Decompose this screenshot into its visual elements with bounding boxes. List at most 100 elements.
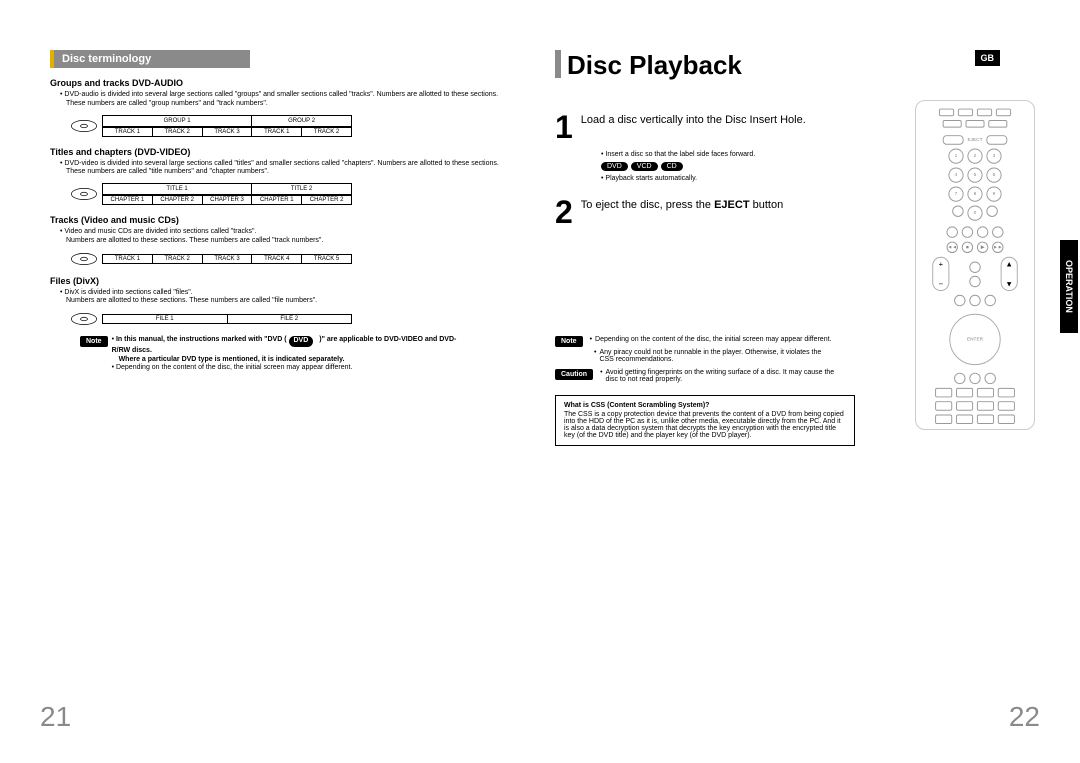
note-line: • In this manual, the instructions marke… (112, 336, 460, 356)
step-1: 1 Load a disc vertically into the Disc I… (555, 111, 835, 143)
text: Any piracy could not be runnable in the … (599, 349, 835, 363)
remote-btn (977, 109, 992, 117)
manual-spread: Disc terminology Groups and tracks DVD-A… (0, 0, 1080, 763)
body-text: • Video and music CDs are divided into s… (60, 228, 525, 246)
step-text: To eject the disc, press the EJECT butto… (581, 196, 783, 212)
cell: TRACK 2 (153, 255, 203, 263)
text: Depending on the content of the disc, th… (595, 336, 831, 343)
disc-icon (70, 119, 98, 133)
step-1-sub: • Insert a disc so that the label side f… (601, 151, 861, 158)
body-text: • DVD-video is divided into several larg… (60, 160, 525, 178)
remote-btn (998, 401, 1015, 411)
cell: TRACK 3 (203, 128, 253, 136)
note-label: Note (80, 336, 108, 347)
remote-btn (996, 109, 1011, 117)
text: DVD-audio is divided into several large … (64, 91, 498, 98)
remote-btn (958, 109, 973, 117)
structure-diagram: FILE 1 FILE 2 (70, 312, 525, 326)
remote-btn (935, 415, 952, 425)
text: Numbers are allotted to these sections. … (66, 237, 323, 244)
structure-diagram: GROUP 1 GROUP 2 TRACK 1 TRACK 2 TRACK 3 … (70, 115, 525, 137)
note-line: • Depending on the content of the disc, … (112, 364, 460, 373)
page-21: Disc terminology Groups and tracks DVD-A… (30, 50, 545, 733)
step-2: 2 To eject the disc, press the EJECT but… (555, 196, 835, 228)
remote-btn (977, 388, 994, 398)
remote-btn: 7 (948, 187, 963, 202)
remote-btn (977, 401, 994, 411)
structure-diagram: TRACK 1 TRACK 2 TRACK 3 TRACK 4 TRACK 5 (70, 252, 525, 266)
pill-dvd: DVD (601, 162, 628, 171)
remote-btn (954, 295, 965, 306)
note-label: Note (555, 336, 583, 347)
remote-btn (935, 401, 952, 411)
page-number: 21 (40, 701, 71, 733)
remote-tune: ▲▼ (1001, 257, 1018, 291)
bar-tracks: TRACK 1 TRACK 2 TRACK 3 TRACK 1 TRACK 2 (102, 127, 352, 137)
cell: TITLE 1 (103, 184, 252, 194)
remote-btn (985, 295, 996, 306)
section-cd-tracks: Tracks (Video and music CDs) • Video and… (50, 215, 525, 266)
remote-btn: 8 (967, 187, 982, 202)
text: Numbers are allotted to these sections. … (66, 297, 317, 304)
body-text: • DVD-audio is divided into several larg… (60, 91, 525, 109)
language-badge: GB (975, 50, 1001, 66)
step-1-after: • Playback starts automatically. (601, 175, 861, 182)
cell: TRACK 1 (103, 255, 153, 263)
cell: TRACK 2 (302, 128, 351, 136)
caution-block: Caution •Avoid getting fingerprints on t… (555, 369, 835, 383)
remote-btn (956, 401, 973, 411)
cell: TITLE 2 (252, 184, 351, 194)
cell: TRACK 4 (252, 255, 302, 263)
remote-btn: 2 (967, 149, 982, 164)
remote-btn (966, 120, 985, 128)
bar-files: FILE 1 FILE 2 (102, 314, 352, 324)
step-number: 2 (555, 196, 573, 228)
page-title: Disc Playback (567, 50, 742, 81)
bar-groups: GROUP 1 GROUP 2 (102, 115, 352, 127)
note-block: Note •Depending on the content of the di… (555, 336, 835, 363)
text: These numbers are called "title numbers"… (66, 168, 269, 175)
remote-btn (954, 373, 965, 384)
subhead: Titles and chapters (DVD-VIDEO) (50, 147, 525, 157)
bar-chapters: CHAPTER 1 CHAPTER 2 CHAPTER 3 CHAPTER 1 … (102, 195, 352, 205)
remote-btn: ►► (992, 242, 1003, 253)
remote-btn: 6 (986, 168, 1001, 183)
cell: CHAPTER 2 (153, 196, 203, 204)
page-number: 22 (1009, 701, 1040, 733)
remote-btn (969, 261, 980, 272)
dvd-pill: DVD (289, 336, 314, 347)
body-text: • DivX is divided into sections called "… (60, 289, 525, 307)
structure-diagram: TITLE 1 TITLE 2 CHAPTER 1 CHAPTER 2 CHAP… (70, 183, 525, 205)
remote-btn: 9 (986, 187, 1001, 202)
cell: TRACK 5 (302, 255, 351, 263)
css-info-box: What is CSS (Content Scrambling System)?… (555, 395, 855, 446)
cell: CHAPTER 1 (252, 196, 302, 204)
note-line: Where a particular DVD type is mentioned… (119, 356, 460, 365)
cell: TRACK 3 (203, 255, 253, 263)
step-text: Load a disc vertically into the Disc Ins… (581, 111, 806, 127)
remote-btn (969, 373, 980, 384)
remote-btn (969, 275, 980, 286)
subhead: Files (DivX) (50, 276, 525, 286)
remote-btn (977, 415, 994, 425)
cell: FILE 1 (103, 315, 228, 323)
remote-btn: 0 (967, 206, 982, 221)
bar-titles: TITLE 1 TITLE 2 (102, 183, 352, 195)
remote-btn: 5 (967, 168, 982, 183)
remote-btn (977, 226, 988, 237)
text: DivX is divided into sections called "fi… (64, 289, 192, 296)
cell: CHAPTER 1 (103, 196, 153, 204)
section-titles-chapters: Titles and chapters (DVD-VIDEO) • DVD-vi… (50, 147, 525, 206)
section-divx-files: Files (DivX) • DivX is divided into sect… (50, 276, 525, 327)
pill-cd: CD (661, 162, 683, 171)
remote-btn (956, 415, 973, 425)
remote-btn: ▶ (977, 242, 988, 253)
text: Video and music CDs are divided into sec… (64, 228, 256, 235)
remote-eject-btn (986, 135, 1007, 145)
remote-btn (988, 120, 1007, 128)
remote-btn: 1 (948, 149, 963, 164)
disc-icon (70, 252, 98, 266)
remote-btn (943, 120, 962, 128)
side-tab-operation: OPERATION (1060, 240, 1078, 333)
cell: GROUP 2 (252, 116, 351, 126)
